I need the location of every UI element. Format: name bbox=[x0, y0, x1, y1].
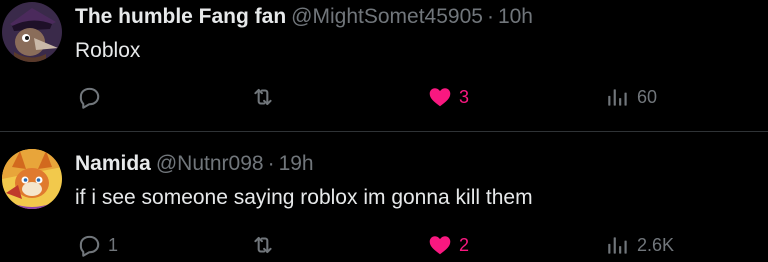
tweet[interactable]: The humble Fang fan @MightSomet45905 · 10h … bbox=[0, 0, 768, 131]
views-bar-chart-icon bbox=[605, 232, 631, 258]
repost-button[interactable] bbox=[250, 84, 282, 110]
heart-filled-icon bbox=[427, 84, 453, 110]
repost-icon bbox=[250, 84, 276, 110]
user-handle[interactable]: @Nutnr098 bbox=[156, 152, 264, 175]
like-count: 2 bbox=[459, 234, 470, 255]
views-button[interactable]: 60 bbox=[605, 84, 657, 110]
reply-count: 1 bbox=[108, 234, 119, 255]
repost-button[interactable] bbox=[250, 232, 282, 258]
timestamp[interactable]: 10h bbox=[498, 5, 533, 28]
repost-icon bbox=[250, 232, 276, 258]
reply-button[interactable] bbox=[76, 84, 108, 110]
tweet-text: if i see someone saying roblox im gonna … bbox=[75, 186, 533, 209]
tweet-text: Roblox bbox=[75, 39, 141, 62]
like-count: 3 bbox=[459, 86, 470, 107]
views-count: 60 bbox=[637, 86, 658, 107]
views-count: 2.6K bbox=[637, 234, 675, 255]
display-name[interactable]: The humble Fang fan bbox=[75, 5, 286, 28]
heart-filled-icon bbox=[427, 232, 453, 258]
tweet[interactable]: Namida @Nutnr098 · 19h if i see someone say… bbox=[0, 132, 768, 262]
avatar[interactable] bbox=[2, 149, 62, 209]
separator-dot: · bbox=[486, 5, 494, 28]
reply-button[interactable]: 1 bbox=[76, 232, 118, 258]
timestamp[interactable]: 19h bbox=[279, 152, 314, 175]
views-bar-chart-icon bbox=[605, 84, 631, 110]
reply-icon bbox=[76, 232, 102, 258]
display-name[interactable]: Namida bbox=[75, 152, 151, 175]
like-button[interactable]: 2 bbox=[427, 232, 469, 258]
separator-dot: · bbox=[267, 152, 275, 175]
tweet-header: Namida @Nutnr098 · 19h bbox=[75, 150, 314, 178]
tweet-header: The humble Fang fan @MightSomet45905 · 10h bbox=[75, 3, 533, 31]
views-button[interactable]: 2.6K bbox=[605, 232, 674, 258]
user-handle[interactable]: @MightSomet45905 bbox=[291, 5, 483, 28]
avatar[interactable] bbox=[2, 2, 62, 62]
like-button[interactable]: 3 bbox=[427, 84, 469, 110]
reply-icon bbox=[76, 84, 102, 110]
